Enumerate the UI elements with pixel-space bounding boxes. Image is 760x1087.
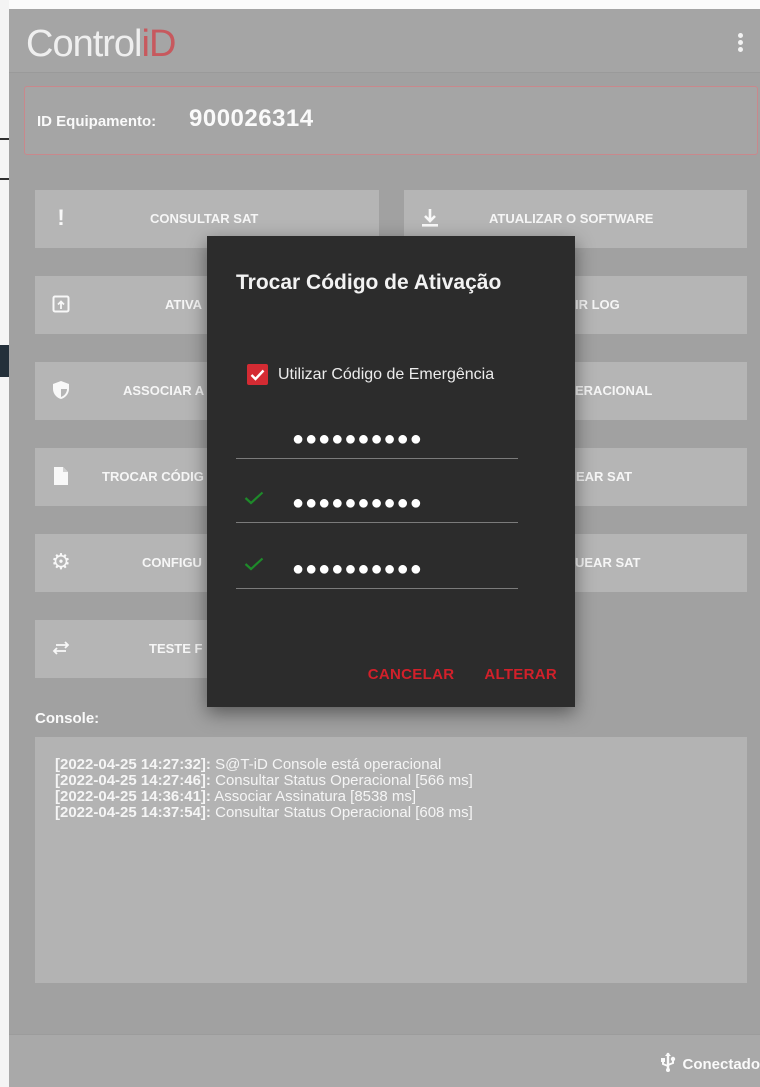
bloquear-sat-label: EAR SAT: [576, 469, 633, 484]
download-icon: [419, 207, 441, 229]
dialog-actions: CANCELAR ALTERAR: [368, 666, 557, 683]
new-code-input[interactable]: ●●●●●●●●●●: [236, 475, 518, 523]
cancel-button[interactable]: CANCELAR: [368, 666, 455, 683]
edge-mark: [0, 178, 9, 180]
edge-mark: [0, 345, 9, 377]
teste-fim-a-fim-label: TESTE F: [149, 641, 203, 656]
logo-accent-text: iD: [141, 23, 177, 65]
emergency-code-label: Utilizar Código de Emergência: [278, 365, 495, 383]
checkmark-icon: [250, 369, 265, 381]
gear-icon: ⚙: [51, 549, 71, 574]
console-line: [2022-04-25 14:27:32]: S@T-iD Console es…: [55, 756, 442, 773]
exclamation-icon: !: [57, 205, 65, 230]
console-title: Console:: [35, 710, 100, 727]
file-icon: [50, 465, 72, 487]
new-code-value: ●●●●●●●●●●: [292, 492, 423, 514]
connection-status-label: Conectado: [682, 1055, 760, 1073]
controlid-logo: ControliD: [26, 23, 177, 66]
console-line: [2022-04-25 14:37:54]: Consultar Status …: [55, 804, 473, 821]
console-line: [2022-04-25 14:36:41]: Associar Assinatu…: [55, 788, 417, 805]
dialog-title: Trocar Código de Ativação: [236, 271, 502, 294]
window-top-edge: [9, 0, 760, 9]
trocar-codigo-label: TROCAR CÓDIG: [102, 469, 204, 484]
shield-icon: [50, 379, 72, 401]
console-line: [2022-04-25 14:27:46]: Consultar Status …: [55, 772, 473, 789]
usb-icon: [660, 1052, 676, 1076]
confirm-code-value: ●●●●●●●●●●: [292, 558, 423, 580]
device-id-value: 900026314: [189, 105, 314, 132]
device-id-panel: ID Equipamento: 900026314: [24, 86, 758, 155]
console-log: [2022-04-25 14:27:32]: S@T-iD Console es…: [35, 737, 747, 983]
activate-icon: [50, 293, 72, 315]
confirm-code-input[interactable]: ●●●●●●●●●●: [236, 541, 518, 589]
status-bar: Conectado: [9, 1034, 760, 1087]
swap-arrows-icon: [50, 637, 72, 659]
device-id-label: ID Equipamento:: [37, 113, 157, 130]
app-bar: ControliD: [9, 9, 760, 73]
ativar-sat-label: ATIVA: [165, 297, 203, 312]
extrair-log-label: IR LOG: [575, 297, 620, 312]
atualizar-software-label: ATUALIZAR O SOFTWARE: [489, 211, 654, 226]
trocar-codigo-dialog: Trocar Código de Ativação Utilizar Códig…: [207, 236, 575, 707]
current-code-value: ●●●●●●●●●●: [292, 428, 423, 450]
logo-text: Control: [26, 23, 142, 65]
valid-check-icon: [244, 491, 264, 510]
configurar-rede-label: CONFIGU: [142, 555, 202, 570]
emergency-code-checkbox[interactable]: [247, 364, 268, 385]
desbloquear-sat-label: UEAR SAT: [575, 555, 641, 570]
consultar-sat-label: CONSULTAR SAT: [150, 211, 259, 226]
window-left-edge: [0, 0, 9, 1087]
more-vert-icon[interactable]: [738, 33, 744, 53]
status-operacional-label: ERACIONAL: [575, 383, 653, 398]
valid-check-icon: [244, 557, 264, 576]
emergency-code-checkbox-row[interactable]: Utilizar Código de Emergência: [247, 364, 494, 385]
edge-mark: [0, 138, 9, 140]
current-code-input[interactable]: ●●●●●●●●●●: [236, 411, 518, 459]
connection-status: Conectado: [660, 1052, 760, 1076]
associar-assinatura-label: ASSOCIAR A: [123, 383, 205, 398]
alterar-button[interactable]: ALTERAR: [484, 666, 557, 683]
